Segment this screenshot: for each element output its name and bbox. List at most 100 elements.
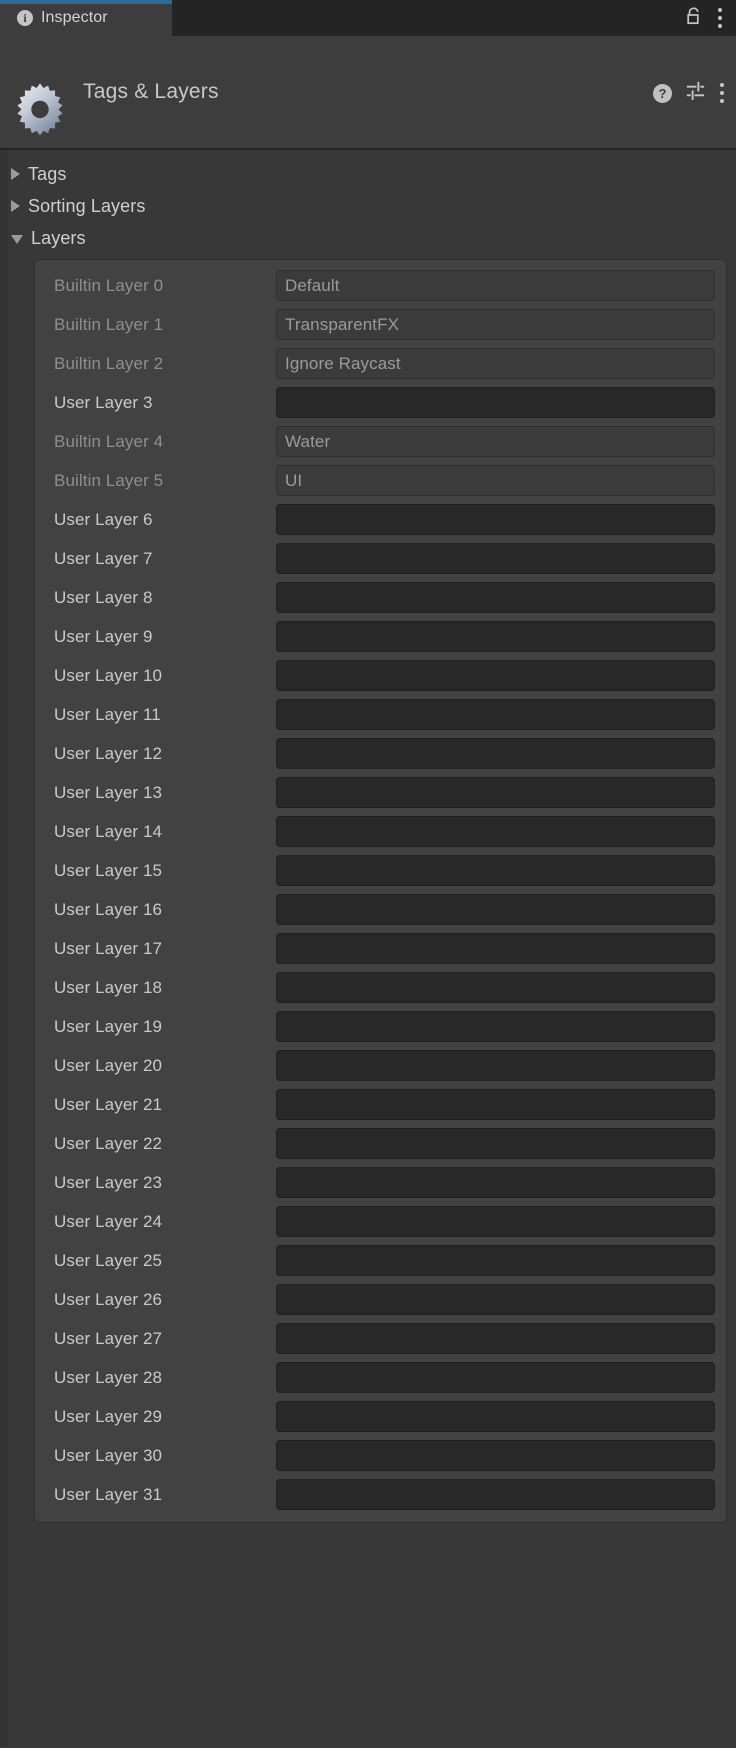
layer-name-input[interactable] bbox=[276, 894, 715, 925]
layer-row: User Layer 20 bbox=[35, 1046, 726, 1085]
foldout-tags-label: Tags bbox=[28, 163, 67, 184]
layer-label: User Layer 7 bbox=[54, 548, 153, 568]
chevron-down-icon bbox=[11, 234, 23, 244]
layer-name-input[interactable] bbox=[276, 777, 715, 808]
layer-row: User Layer 3 bbox=[35, 383, 726, 422]
layer-row: User Layer 30 bbox=[35, 1436, 726, 1475]
foldout-tags[interactable]: Tags bbox=[0, 158, 736, 190]
layer-label: User Layer 27 bbox=[54, 1328, 163, 1348]
layer-label: User Layer 26 bbox=[54, 1289, 163, 1309]
layer-name-input[interactable] bbox=[276, 933, 715, 964]
layer-row: User Layer 12 bbox=[35, 734, 726, 773]
layer-name-input[interactable] bbox=[276, 1167, 715, 1198]
layer-name-input[interactable] bbox=[276, 387, 715, 418]
layer-name-input[interactable] bbox=[276, 1245, 715, 1276]
chevron-right-icon bbox=[11, 168, 20, 180]
layer-name-input[interactable] bbox=[276, 738, 715, 769]
layer-label: User Layer 22 bbox=[54, 1133, 163, 1153]
layer-row: User Layer 9 bbox=[35, 617, 726, 656]
lock-icon[interactable] bbox=[685, 6, 703, 31]
layer-row: User Layer 15 bbox=[35, 851, 726, 890]
layer-name-input[interactable] bbox=[276, 1323, 715, 1354]
layer-name-input[interactable] bbox=[276, 504, 715, 535]
layer-label: User Layer 16 bbox=[54, 899, 163, 919]
tab-inspector[interactable]: i Inspector bbox=[0, 0, 172, 36]
foldout-sorting-layers[interactable]: Sorting Layers bbox=[0, 190, 736, 222]
layer-row: User Layer 11 bbox=[35, 695, 726, 734]
layer-label: User Layer 15 bbox=[54, 860, 163, 880]
layer-name-input[interactable] bbox=[276, 699, 715, 730]
layer-label: User Layer 17 bbox=[54, 938, 163, 958]
layer-row: Builtin Layer 2 Ignore Raycast bbox=[35, 344, 726, 383]
layer-label: User Layer 8 bbox=[54, 587, 153, 607]
layer-label: User Layer 20 bbox=[54, 1055, 163, 1075]
layer-name-input[interactable] bbox=[276, 1089, 715, 1120]
layer-label: User Layer 18 bbox=[54, 977, 163, 997]
layer-name-input[interactable] bbox=[276, 1479, 715, 1510]
layer-name-input[interactable] bbox=[276, 582, 715, 613]
tab-bar-controls bbox=[685, 0, 736, 36]
layer-label: User Layer 31 bbox=[54, 1484, 163, 1504]
layer-name-input[interactable] bbox=[276, 660, 715, 691]
layer-row: User Layer 21 bbox=[35, 1085, 726, 1124]
header-controls: ? bbox=[653, 80, 724, 106]
layer-name-input[interactable] bbox=[276, 855, 715, 886]
layer-name-input[interactable] bbox=[276, 543, 715, 574]
layer-name-input[interactable] bbox=[276, 1050, 715, 1081]
layer-row: User Layer 17 bbox=[35, 929, 726, 968]
layer-row: Builtin Layer 1 TransparentFX bbox=[35, 305, 726, 344]
tabbar-menu-icon[interactable] bbox=[717, 8, 722, 28]
layer-row: User Layer 28 bbox=[35, 1358, 726, 1397]
layer-row: User Layer 25 bbox=[35, 1241, 726, 1280]
help-icon[interactable]: ? bbox=[653, 83, 672, 103]
layer-label: Builtin Layer 1 bbox=[54, 314, 164, 334]
layer-name-input: Default bbox=[276, 270, 715, 301]
layer-row: User Layer 23 bbox=[35, 1163, 726, 1202]
layer-label: User Layer 25 bbox=[54, 1250, 163, 1270]
layer-label: User Layer 11 bbox=[54, 704, 161, 724]
foldout-layers[interactable]: Layers bbox=[0, 222, 736, 254]
layer-label: User Layer 6 bbox=[54, 509, 153, 529]
layer-name-input[interactable] bbox=[276, 1011, 715, 1042]
layer-row: User Layer 14 bbox=[35, 812, 726, 851]
layer-name-input[interactable] bbox=[276, 621, 715, 652]
layer-name-input[interactable] bbox=[276, 972, 715, 1003]
layer-row: User Layer 8 bbox=[35, 578, 726, 617]
layer-name-input[interactable] bbox=[276, 1206, 715, 1237]
layer-name-input: TransparentFX bbox=[276, 309, 715, 340]
inspector-window: i Inspector Tags & Layers ? Tags Sorting… bbox=[0, 0, 736, 1748]
layer-label: User Layer 12 bbox=[54, 743, 163, 763]
layer-row: User Layer 13 bbox=[35, 773, 726, 812]
layers-panel: Builtin Layer 0 Default Builtin Layer 1 Tra… bbox=[34, 259, 727, 1523]
layer-row: User Layer 31 bbox=[35, 1475, 726, 1514]
layer-row: User Layer 24 bbox=[35, 1202, 726, 1241]
header-menu-icon[interactable] bbox=[719, 83, 724, 103]
layer-name-input: Ignore Raycast bbox=[276, 348, 715, 379]
layer-name-input[interactable] bbox=[276, 1128, 715, 1159]
layer-label: Builtin Layer 5 bbox=[54, 470, 164, 490]
gear-icon bbox=[11, 81, 69, 139]
layer-label: User Layer 3 bbox=[54, 392, 153, 412]
layer-name-input[interactable] bbox=[276, 816, 715, 847]
layer-row: Builtin Layer 5 UI bbox=[35, 461, 726, 500]
layer-name-input: Water bbox=[276, 426, 715, 457]
chevron-right-icon bbox=[11, 200, 20, 212]
layer-label: User Layer 14 bbox=[54, 821, 163, 841]
layer-name-input: UI bbox=[276, 465, 715, 496]
layer-label: User Layer 28 bbox=[54, 1367, 163, 1387]
layer-name-input[interactable] bbox=[276, 1401, 715, 1432]
layer-row: User Layer 22 bbox=[35, 1124, 726, 1163]
layer-label: Builtin Layer 2 bbox=[54, 353, 164, 373]
preset-settings-icon[interactable] bbox=[685, 80, 706, 106]
layer-name-input[interactable] bbox=[276, 1440, 715, 1471]
layer-label: User Layer 30 bbox=[54, 1445, 163, 1465]
layer-label: User Layer 24 bbox=[54, 1211, 163, 1231]
layer-name-input[interactable] bbox=[276, 1284, 715, 1315]
inspector-body: Tags Sorting Layers Layers Builtin Layer… bbox=[0, 150, 736, 1746]
foldout-sorting-layers-label: Sorting Layers bbox=[28, 195, 146, 216]
layer-label: User Layer 10 bbox=[54, 665, 163, 685]
layer-label: Builtin Layer 4 bbox=[54, 431, 164, 451]
layer-name-input[interactable] bbox=[276, 1362, 715, 1393]
tab-inspector-label: Inspector bbox=[41, 9, 108, 26]
layer-label: User Layer 29 bbox=[54, 1406, 163, 1426]
